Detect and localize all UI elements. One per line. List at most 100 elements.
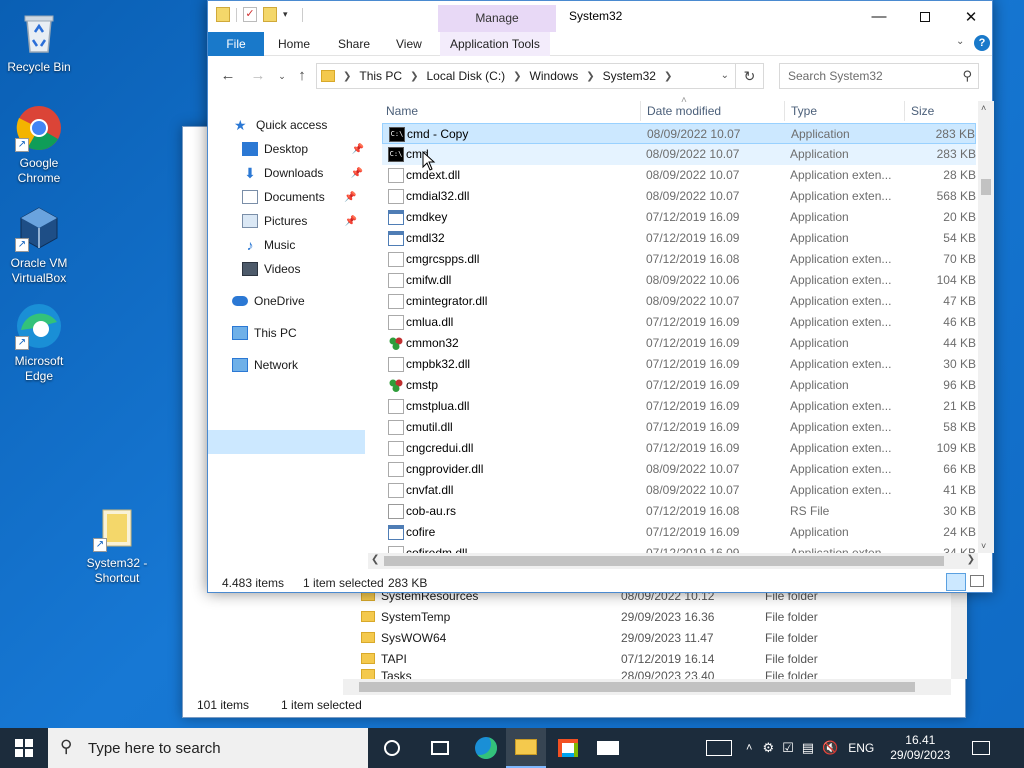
nav-onedrive[interactable]: OneDrive <box>232 289 305 313</box>
title-bar[interactable]: ✓ ▾ Manage System32 — ✕ <box>208 1 992 32</box>
file-row[interactable]: cmdkey 07/12/2019 16.09 Application 20 KB <box>382 207 976 228</box>
up-button[interactable]: ↑ <box>292 66 312 86</box>
file-row[interactable]: cmpbk32.dll 07/12/2019 16.09 Application e… <box>382 354 976 375</box>
chevron-right-icon[interactable]: ❯ <box>343 71 351 82</box>
network-icon[interactable]: ▤ <box>802 740 814 756</box>
column-header-type[interactable]: Type <box>791 104 817 118</box>
ribbon-expand-icon[interactable]: ⌄ <box>956 36 964 47</box>
vertical-scrollbar[interactable] <box>951 585 967 679</box>
scroll-up-icon[interactable]: ˄ <box>981 103 986 113</box>
address-dropdown-icon[interactable]: ⌄ <box>721 70 729 81</box>
task-view-button[interactable] <box>420 728 460 768</box>
explorer-window[interactable]: ✓ ▾ Manage System32 — ✕ File Home Share … <box>207 0 994 593</box>
column-divider[interactable] <box>640 101 641 121</box>
file-row[interactable]: cob-au.rs 07/12/2019 16.08 RS File 30 KB <box>382 501 976 522</box>
show-hidden-icons-button[interactable]: ˄ <box>746 742 752 754</box>
nav-downloads[interactable]: ⬇ Downloads 📌 <box>242 161 363 185</box>
taskbar-search-box[interactable]: ⚲ Type here to search <box>48 728 368 768</box>
tab-file[interactable]: File <box>208 32 264 56</box>
file-row[interactable]: cofire 07/12/2019 16.09 Application 24 KB <box>382 522 976 543</box>
forward-button[interactable]: → <box>248 66 268 86</box>
column-header-name[interactable]: Name <box>386 104 418 118</box>
pin-icon[interactable]: 📌 <box>344 192 356 203</box>
column-header-date[interactable]: Date modified <box>647 104 721 118</box>
tab-home[interactable]: Home <box>268 32 320 56</box>
desktop-icon-edge[interactable]: ↗ Microsoft Edge <box>2 302 76 384</box>
context-tab-manage[interactable]: Manage <box>438 5 556 32</box>
security-icon[interactable]: ☑ <box>782 740 794 756</box>
pin-icon[interactable]: 📌 <box>345 216 357 227</box>
close-button[interactable]: ✕ <box>948 1 994 32</box>
recent-locations-button[interactable]: ⌄ <box>272 66 292 86</box>
file-row[interactable]: cmintegrator.dll 08/09/2022 10.07 Applicat… <box>382 291 976 312</box>
file-row[interactable]: cnvfat.dll 08/09/2022 10.07 Application ex… <box>382 480 976 501</box>
nav-quick-access[interactable]: ★ Quick access <box>234 113 327 137</box>
details-view-button[interactable] <box>946 573 966 591</box>
vertical-scrollbar[interactable]: ˄ ˅ <box>978 101 994 553</box>
file-row[interactable]: cmstplua.dll 07/12/2019 16.09 Application … <box>382 396 976 417</box>
file-row[interactable]: cmifw.dll 08/09/2022 10.06 Application ext… <box>382 270 976 291</box>
file-row[interactable]: cmmon32 07/12/2019 16.09 Application 44 KB <box>382 333 976 354</box>
file-row[interactable]: cmlua.dll 07/12/2019 16.09 Application ext… <box>382 312 976 333</box>
help-icon[interactable]: ? <box>974 35 990 51</box>
file-row[interactable]: C:\ cmd - Copy 08/09/2022 10.07 Application… <box>382 123 976 144</box>
customize-qat-icon[interactable]: ▾ <box>283 9 288 20</box>
new-folder-icon[interactable] <box>263 7 277 22</box>
chevron-right-icon[interactable]: ❯ <box>664 71 672 82</box>
nav-network[interactable]: Network <box>232 353 298 377</box>
address-bar[interactable]: ❯ This PC ❯ Local Disk (C:) ❯ Windows ❯ … <box>316 63 736 89</box>
scrollbar-thumb[interactable] <box>384 556 944 566</box>
back-button[interactable]: ← <box>218 66 238 86</box>
list-item[interactable]: TAPI 07/12/2019 16.14 File folder <box>361 648 818 669</box>
nav-desktop[interactable]: Desktop 📌 <box>242 137 364 161</box>
file-row[interactable]: cmutil.dll 07/12/2019 16.09 Application ex… <box>382 417 976 438</box>
desktop-icon-recycle-bin[interactable]: Recycle Bin <box>2 8 76 75</box>
pin-icon[interactable]: 📌 <box>351 168 363 179</box>
device-icon[interactable]: ⚙ <box>762 740 774 756</box>
column-divider[interactable] <box>784 101 785 121</box>
search-input[interactable]: Search System32 ⚲ <box>779 63 979 89</box>
nav-documents[interactable]: Documents 📌 <box>242 185 357 209</box>
file-row[interactable]: C:\ cmd 08/09/2022 10.07 Application 283 KB <box>382 144 976 165</box>
taskbar-store[interactable] <box>548 728 588 768</box>
tab-view[interactable]: View <box>386 32 432 56</box>
scrollbar-thumb[interactable] <box>981 179 991 195</box>
minimize-button[interactable]: — <box>856 1 902 32</box>
notification-icon[interactable] <box>972 741 991 755</box>
taskbar-edge[interactable] <box>466 728 506 768</box>
start-button[interactable] <box>4 728 44 768</box>
language-indicator[interactable]: ENG <box>848 741 874 755</box>
refresh-button[interactable]: ↻ <box>736 63 764 89</box>
nav-this-pc[interactable]: This PC <box>232 321 297 345</box>
list-item[interactable]: Tasks 28/09/2023 23.40 File folder <box>361 669 818 679</box>
desktop-icon-chrome[interactable]: ↗ Google Chrome <box>2 104 76 186</box>
desktop-icon-system32-shortcut[interactable]: ↗ System32 - Shortcut <box>80 504 154 586</box>
taskbar-file-explorer[interactable] <box>506 728 546 768</box>
tab-share[interactable]: Share <box>328 32 380 56</box>
file-row[interactable]: cngprovider.dll 08/09/2022 10.07 Applicati… <box>382 459 976 480</box>
maximize-button[interactable] <box>902 1 948 32</box>
breadcrumb-local-disk[interactable]: Local Disk (C:) <box>426 69 505 83</box>
nav-pictures[interactable]: Pictures 📌 <box>242 209 357 233</box>
scroll-right-icon[interactable]: ❯ <box>967 554 975 565</box>
file-row[interactable]: cmstp 07/12/2019 16.09 Application 96 KB <box>382 375 976 396</box>
breadcrumb-this-pc[interactable]: This PC <box>359 69 402 83</box>
pin-icon[interactable]: 📌 <box>352 144 364 155</box>
nav-music[interactable]: ♪ Music <box>242 233 296 257</box>
breadcrumb-windows[interactable]: Windows <box>530 69 579 83</box>
scrollbar-thumb[interactable] <box>359 682 915 692</box>
clock[interactable]: 16.41 29/09/2023 <box>890 733 950 763</box>
file-row[interactable]: cmgrcspps.dll 07/12/2019 16.08 Application… <box>382 249 976 270</box>
file-row[interactable]: cmdial32.dll 08/09/2022 10.07 Application … <box>382 186 976 207</box>
properties-icon[interactable]: ✓ <box>243 7 257 22</box>
column-divider[interactable] <box>904 101 905 121</box>
volume-muted-icon[interactable]: 🔇 <box>822 740 838 756</box>
scroll-down-icon[interactable]: ˅ <box>981 541 986 551</box>
cortana-button[interactable] <box>372 728 412 768</box>
chevron-right-icon[interactable]: ❯ <box>410 71 418 82</box>
chevron-right-icon[interactable]: ❯ <box>586 71 594 82</box>
list-item[interactable]: SysWOW64 29/09/2023 11.47 File folder <box>361 627 818 648</box>
scroll-left-icon[interactable]: ❮ <box>371 554 379 565</box>
column-header-size[interactable]: Size <box>911 104 934 118</box>
breadcrumb-system32[interactable]: System32 <box>603 69 656 83</box>
